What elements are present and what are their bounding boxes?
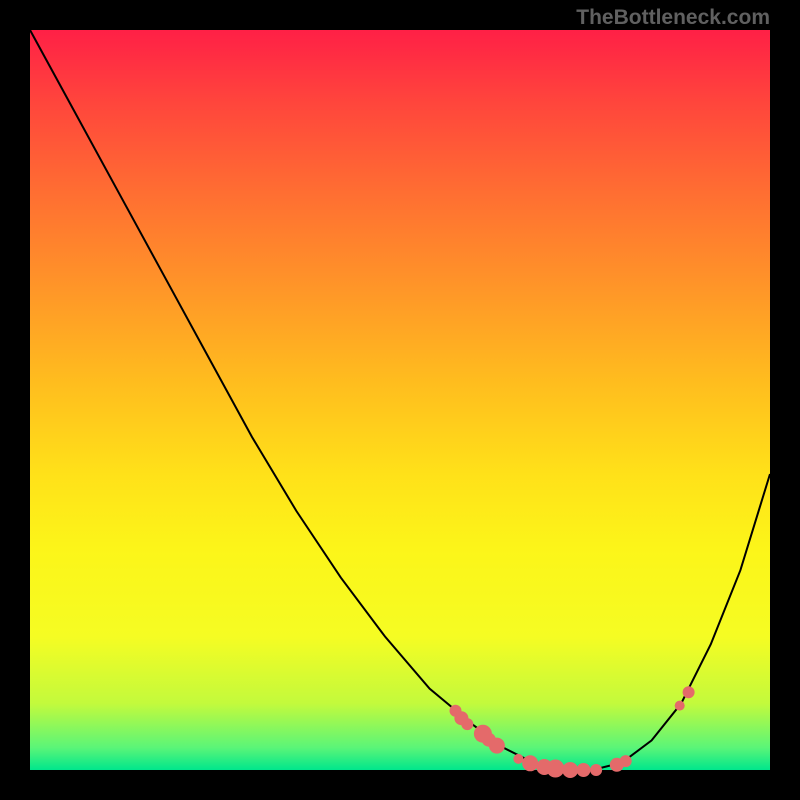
chart-svg [30, 30, 770, 770]
data-point [620, 755, 632, 767]
bottleneck-curve [30, 30, 770, 770]
data-point [522, 755, 538, 771]
watermark-text: TheBottleneck.com [576, 6, 770, 30]
chart-container: TheBottleneck.com [0, 0, 800, 800]
data-point [562, 762, 578, 778]
data-point [683, 686, 695, 698]
data-point [513, 754, 523, 764]
data-point [675, 701, 685, 711]
data-point [489, 738, 505, 754]
data-point [546, 760, 564, 778]
data-point [590, 764, 602, 776]
data-point [577, 763, 591, 777]
data-point [461, 718, 473, 730]
